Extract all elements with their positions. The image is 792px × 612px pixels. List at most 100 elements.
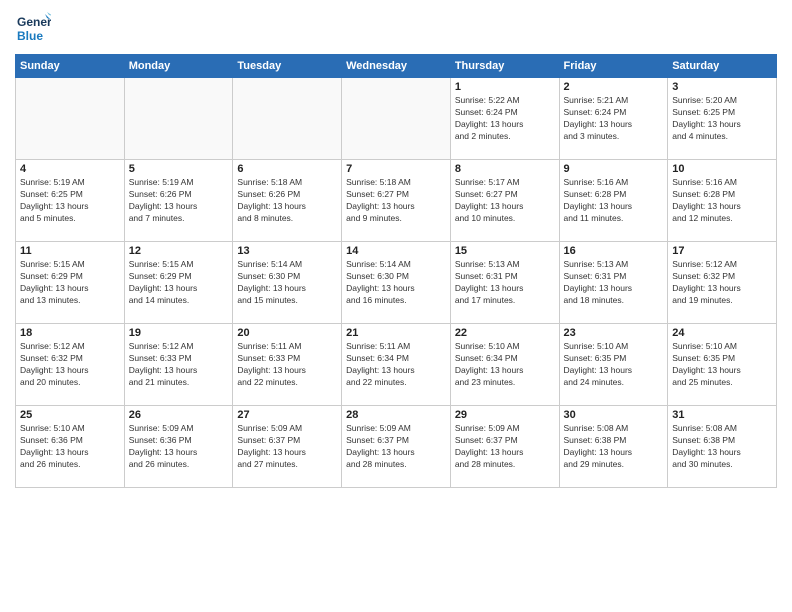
calendar-cell: 24 Sunrise: 5:10 AMSunset: 6:35 PMDayligh… xyxy=(668,324,777,406)
day-number: 22 xyxy=(455,327,555,339)
day-info: Sunrise: 5:13 AMSunset: 6:31 PMDaylight:… xyxy=(455,259,555,307)
day-info: Sunrise: 5:16 AMSunset: 6:28 PMDaylight:… xyxy=(564,177,664,225)
calendar-weekday: Sunday xyxy=(16,55,125,78)
day-number: 26 xyxy=(129,409,229,421)
calendar-cell: 15 Sunrise: 5:13 AMSunset: 6:31 PMDayligh… xyxy=(450,242,559,324)
calendar-cell: 30 Sunrise: 5:08 AMSunset: 6:38 PMDayligh… xyxy=(559,406,668,488)
day-info: Sunrise: 5:16 AMSunset: 6:28 PMDaylight:… xyxy=(672,177,772,225)
day-info: Sunrise: 5:14 AMSunset: 6:30 PMDaylight:… xyxy=(237,259,337,307)
day-number: 14 xyxy=(346,245,446,257)
day-number: 10 xyxy=(672,163,772,175)
day-number: 2 xyxy=(564,81,664,93)
day-number: 31 xyxy=(672,409,772,421)
calendar-cell: 13 Sunrise: 5:14 AMSunset: 6:30 PMDayligh… xyxy=(233,242,342,324)
calendar-weekday: Saturday xyxy=(668,55,777,78)
calendar-table: SundayMondayTuesdayWednesdayThursdayFrid… xyxy=(15,54,777,488)
calendar-weekday: Tuesday xyxy=(233,55,342,78)
calendar-cell: 9 Sunrise: 5:16 AMSunset: 6:28 PMDaylight… xyxy=(559,160,668,242)
calendar-week-row: 18 Sunrise: 5:12 AMSunset: 6:32 PMDayligh… xyxy=(16,324,777,406)
day-number: 23 xyxy=(564,327,664,339)
day-info: Sunrise: 5:09 AMSunset: 6:36 PMDaylight:… xyxy=(129,423,229,471)
day-number: 25 xyxy=(20,409,120,421)
calendar-weekday: Friday xyxy=(559,55,668,78)
calendar-cell xyxy=(233,78,342,160)
day-info: Sunrise: 5:15 AMSunset: 6:29 PMDaylight:… xyxy=(20,259,120,307)
logo-svg: General Blue xyxy=(15,10,51,46)
day-number: 16 xyxy=(564,245,664,257)
day-info: Sunrise: 5:18 AMSunset: 6:27 PMDaylight:… xyxy=(346,177,446,225)
day-number: 5 xyxy=(129,163,229,175)
calendar-week-row: 25Sunrise: 5:10 AMSunset: 6:36 PMDayligh… xyxy=(16,406,777,488)
calendar-header-row: SundayMondayTuesdayWednesdayThursdayFrid… xyxy=(16,55,777,78)
calendar-cell: 26 Sunrise: 5:09 AMSunset: 6:36 PMDayligh… xyxy=(124,406,233,488)
calendar-cell: 1Sunrise: 5:22 AMSunset: 6:24 PMDaylight… xyxy=(450,78,559,160)
day-number: 18 xyxy=(20,327,120,339)
day-info: Sunrise: 5:12 AMSunset: 6:32 PMDaylight:… xyxy=(20,341,120,389)
calendar-cell: 2 Sunrise: 5:21 AMSunset: 6:24 PMDaylight… xyxy=(559,78,668,160)
calendar-cell: 23 Sunrise: 5:10 AMSunset: 6:35 PMDayligh… xyxy=(559,324,668,406)
day-info: Sunrise: 5:11 AMSunset: 6:34 PMDaylight:… xyxy=(346,341,446,389)
svg-text:Blue: Blue xyxy=(17,29,43,43)
svg-text:General: General xyxy=(17,15,51,29)
day-info: Sunrise: 5:09 AMSunset: 6:37 PMDaylight:… xyxy=(346,423,446,471)
day-number: 27 xyxy=(237,409,337,421)
calendar-weekday: Wednesday xyxy=(342,55,451,78)
day-info: Sunrise: 5:08 AMSunset: 6:38 PMDaylight:… xyxy=(672,423,772,471)
day-info: Sunrise: 5:09 AMSunset: 6:37 PMDaylight:… xyxy=(455,423,555,471)
calendar-cell: 17Sunrise: 5:12 AMSunset: 6:32 PMDayligh… xyxy=(668,242,777,324)
calendar-cell: 21 Sunrise: 5:11 AMSunset: 6:34 PMDayligh… xyxy=(342,324,451,406)
calendar-cell: 5 Sunrise: 5:19 AMSunset: 6:26 PMDaylight… xyxy=(124,160,233,242)
calendar-cell: 16Sunrise: 5:13 AMSunset: 6:31 PMDayligh… xyxy=(559,242,668,324)
calendar-cell: 7 Sunrise: 5:18 AMSunset: 6:27 PMDaylight… xyxy=(342,160,451,242)
calendar-cell: 29 Sunrise: 5:09 AMSunset: 6:37 PMDayligh… xyxy=(450,406,559,488)
day-number: 30 xyxy=(564,409,664,421)
day-number: 29 xyxy=(455,409,555,421)
day-number: 28 xyxy=(346,409,446,421)
day-info: Sunrise: 5:19 AMSunset: 6:26 PMDaylight:… xyxy=(129,177,229,225)
day-number: 7 xyxy=(346,163,446,175)
day-info: Sunrise: 5:11 AMSunset: 6:33 PMDaylight:… xyxy=(237,341,337,389)
calendar-week-row: 1Sunrise: 5:22 AMSunset: 6:24 PMDaylight… xyxy=(16,78,777,160)
day-info: Sunrise: 5:10 AMSunset: 6:35 PMDaylight:… xyxy=(672,341,772,389)
calendar-cell: 22 Sunrise: 5:10 AMSunset: 6:34 PMDayligh… xyxy=(450,324,559,406)
page: General Blue SundayMondayTuesdayWednesda… xyxy=(0,0,792,612)
day-number: 17 xyxy=(672,245,772,257)
day-info: Sunrise: 5:17 AMSunset: 6:27 PMDaylight:… xyxy=(455,177,555,225)
calendar-cell: 4Sunrise: 5:19 AMSunset: 6:25 PMDaylight… xyxy=(16,160,125,242)
calendar-cell: 3Sunrise: 5:20 AMSunset: 6:25 PMDaylight… xyxy=(668,78,777,160)
day-number: 4 xyxy=(20,163,120,175)
day-number: 6 xyxy=(237,163,337,175)
logo: General Blue xyxy=(15,10,51,46)
day-info: Sunrise: 5:12 AMSunset: 6:33 PMDaylight:… xyxy=(129,341,229,389)
day-info: Sunrise: 5:22 AMSunset: 6:24 PMDaylight:… xyxy=(455,95,555,143)
day-number: 12 xyxy=(129,245,229,257)
calendar-cell xyxy=(124,78,233,160)
day-number: 21 xyxy=(346,327,446,339)
day-number: 20 xyxy=(237,327,337,339)
calendar-cell: 11 Sunrise: 5:15 AMSunset: 6:29 PMDayligh… xyxy=(16,242,125,324)
calendar-cell: 8 Sunrise: 5:17 AMSunset: 6:27 PMDaylight… xyxy=(450,160,559,242)
calendar-cell: 10 Sunrise: 5:16 AMSunset: 6:28 PMDayligh… xyxy=(668,160,777,242)
day-number: 24 xyxy=(672,327,772,339)
day-info: Sunrise: 5:10 AMSunset: 6:34 PMDaylight:… xyxy=(455,341,555,389)
calendar-cell xyxy=(342,78,451,160)
calendar-cell xyxy=(16,78,125,160)
day-info: Sunrise: 5:10 AMSunset: 6:35 PMDaylight:… xyxy=(564,341,664,389)
day-number: 9 xyxy=(564,163,664,175)
day-info: Sunrise: 5:08 AMSunset: 6:38 PMDaylight:… xyxy=(564,423,664,471)
calendar-cell: 27Sunrise: 5:09 AMSunset: 6:37 PMDayligh… xyxy=(233,406,342,488)
day-info: Sunrise: 5:15 AMSunset: 6:29 PMDaylight:… xyxy=(129,259,229,307)
day-info: Sunrise: 5:20 AMSunset: 6:25 PMDaylight:… xyxy=(672,95,772,143)
calendar-cell: 28 Sunrise: 5:09 AMSunset: 6:37 PMDayligh… xyxy=(342,406,451,488)
calendar-cell: 18 Sunrise: 5:12 AMSunset: 6:32 PMDayligh… xyxy=(16,324,125,406)
day-info: Sunrise: 5:21 AMSunset: 6:24 PMDaylight:… xyxy=(564,95,664,143)
day-number: 8 xyxy=(455,163,555,175)
day-number: 11 xyxy=(20,245,120,257)
day-number: 13 xyxy=(237,245,337,257)
calendar-cell: 31 Sunrise: 5:08 AMSunset: 6:38 PMDayligh… xyxy=(668,406,777,488)
calendar-cell: 14Sunrise: 5:14 AMSunset: 6:30 PMDayligh… xyxy=(342,242,451,324)
calendar-weekday: Monday xyxy=(124,55,233,78)
day-number: 15 xyxy=(455,245,555,257)
calendar-cell: 20 Sunrise: 5:11 AMSunset: 6:33 PMDayligh… xyxy=(233,324,342,406)
calendar-week-row: 4Sunrise: 5:19 AMSunset: 6:25 PMDaylight… xyxy=(16,160,777,242)
